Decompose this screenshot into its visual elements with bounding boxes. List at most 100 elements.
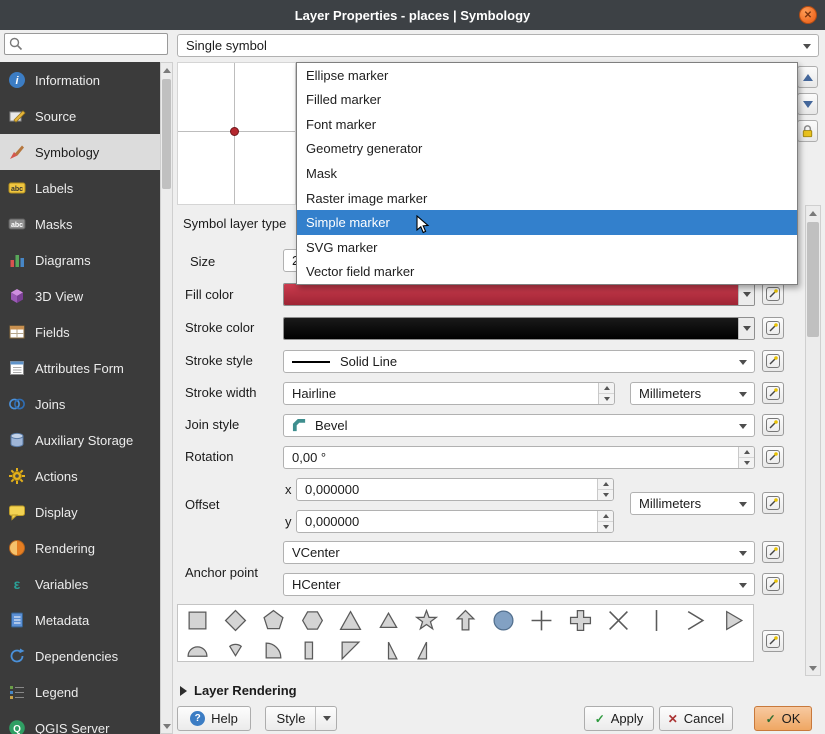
spin-down-icon[interactable] — [739, 458, 754, 468]
rotation-data-defined-button[interactable] — [762, 446, 784, 468]
dropdown-item-ellipse-marker[interactable]: Ellipse marker — [297, 63, 797, 88]
shape-cross2[interactable] — [599, 605, 637, 635]
shape-cross-fill[interactable] — [561, 605, 599, 635]
sidebar-search[interactable] — [4, 33, 168, 55]
dropdown-item-simple-marker[interactable]: Simple marker — [297, 210, 797, 235]
sidebar-item-variables[interactable]: ε Variables — [0, 566, 160, 602]
shape-cross[interactable] — [523, 605, 561, 635]
shape-hexagon[interactable] — [293, 605, 331, 635]
search-input[interactable] — [24, 37, 159, 51]
style-button[interactable]: Style — [265, 706, 337, 731]
join-style-combo[interactable]: Bevel — [283, 414, 755, 437]
dropdown-item-raster-image-marker[interactable]: Raster image marker — [297, 186, 797, 211]
help-button[interactable]: ? Help — [177, 706, 251, 731]
stroke-style-combo[interactable]: Solid Line — [283, 350, 755, 373]
sidebar-scrollbar[interactable] — [160, 62, 173, 734]
spin-down-icon[interactable] — [598, 522, 613, 532]
shape-filled-arrowhead[interactable] — [714, 605, 752, 635]
dropdown-item-geometry-generator[interactable]: Geometry generator — [297, 137, 797, 162]
lock-button[interactable] — [797, 120, 818, 142]
dropdown-item-filled-marker[interactable]: Filled marker — [297, 88, 797, 113]
chevron-down-icon[interactable] — [315, 707, 331, 730]
scroll-down-icon[interactable] — [161, 719, 172, 733]
fill-color-data-defined-button[interactable] — [762, 283, 784, 305]
scroll-up-icon[interactable] — [806, 206, 820, 220]
shape-star[interactable] — [408, 605, 446, 635]
scroll-down-icon[interactable] — [806, 661, 820, 675]
stroke-color-data-defined-button[interactable] — [762, 317, 784, 339]
dropdown-item-font-marker[interactable]: Font marker — [297, 112, 797, 137]
shape-equilateral-triangle[interactable] — [369, 605, 407, 635]
anchor-horizontal-data-defined-button[interactable] — [762, 573, 784, 595]
spin-up-icon[interactable] — [598, 479, 613, 490]
offset-x-spinbox[interactable]: 0,000000 — [296, 478, 614, 501]
spin-down-icon[interactable] — [599, 394, 614, 404]
sidebar-item-display[interactable]: Display — [0, 494, 160, 530]
anchor-vertical-data-defined-button[interactable] — [762, 541, 784, 563]
move-up-button[interactable] — [797, 66, 818, 88]
spin-up-icon[interactable] — [598, 511, 613, 522]
sidebar-item-attributes-form[interactable]: Attributes Form — [0, 350, 160, 386]
shape-pentagon[interactable] — [255, 605, 293, 635]
sidebar-item-rendering[interactable]: Rendering — [0, 530, 160, 566]
sidebar-item-actions[interactable]: Actions — [0, 458, 160, 494]
sidebar-item-diagrams[interactable]: Diagrams — [0, 242, 160, 278]
stroke-width-data-defined-button[interactable] — [762, 382, 784, 404]
stroke-width-spinbox[interactable]: Hairline — [283, 382, 615, 405]
offset-data-defined-button[interactable] — [762, 492, 784, 514]
shape-half-square[interactable] — [293, 635, 331, 662]
scroll-up-icon[interactable] — [161, 63, 172, 77]
shape-data-defined-button[interactable] — [762, 630, 784, 652]
sidebar-item-fields[interactable]: Fields — [0, 314, 160, 350]
shape-left-half-triangle[interactable] — [408, 635, 446, 662]
fill-color-button[interactable] — [283, 283, 755, 306]
sidebar-item-legend[interactable]: Legend — [0, 674, 160, 710]
anchor-vertical-combo[interactable]: VCenter — [283, 541, 755, 564]
sidebar-scrollbar-thumb[interactable] — [162, 79, 171, 189]
sidebar-item-source[interactable]: Source — [0, 98, 160, 134]
shape-right-half-triangle[interactable] — [369, 635, 407, 662]
stroke-width-unit-combo[interactable]: Millimeters — [630, 382, 755, 405]
shape-square[interactable] — [178, 605, 216, 635]
spin-up-icon[interactable] — [599, 383, 614, 394]
sidebar-item-information[interactable]: i Information — [0, 62, 160, 98]
shape-circle[interactable] — [484, 605, 522, 635]
cancel-button[interactable]: ✕ Cancel — [659, 706, 733, 731]
join-style-data-defined-button[interactable] — [762, 414, 784, 436]
sidebar-item-masks[interactable]: abc Masks — [0, 206, 160, 242]
sidebar-item-symbology[interactable]: Symbology — [0, 134, 160, 170]
title-bar[interactable]: Layer Properties - places | Symbology ✕ — [0, 0, 825, 30]
spin-up-icon[interactable] — [739, 447, 754, 458]
sidebar-item-auxiliary-storage[interactable]: Auxiliary Storage — [0, 422, 160, 458]
shape-diamond[interactable] — [216, 605, 254, 635]
stroke-color-button[interactable] — [283, 317, 755, 340]
main-scrollbar[interactable] — [805, 205, 821, 676]
sidebar-item-dependencies[interactable]: Dependencies — [0, 638, 160, 674]
shape-third-circle[interactable] — [216, 635, 254, 662]
dropdown-item-svg-marker[interactable]: SVG marker — [297, 235, 797, 260]
shape-diagonal-half-square[interactable] — [331, 635, 369, 662]
offset-y-spinbox[interactable]: 0,000000 — [296, 510, 614, 533]
offset-unit-combo[interactable]: Millimeters — [630, 492, 755, 515]
shape-line[interactable] — [638, 605, 676, 635]
shape-arrow[interactable] — [446, 605, 484, 635]
renderer-combo[interactable]: Single symbol — [177, 34, 819, 57]
shape-semi-circle[interactable] — [178, 635, 216, 662]
sidebar-item-labels[interactable]: abc Labels — [0, 170, 160, 206]
close-button[interactable]: ✕ — [799, 6, 817, 24]
dropdown-item-mask[interactable]: Mask — [297, 161, 797, 186]
sidebar-item-joins[interactable]: Joins — [0, 386, 160, 422]
shape-triangle[interactable] — [331, 605, 369, 635]
sidebar-item-3d-view[interactable]: 3D View — [0, 278, 160, 314]
ok-button[interactable]: ✓ OK — [754, 706, 812, 731]
layer-rendering-toggle[interactable]: Layer Rendering — [180, 683, 297, 698]
anchor-horizontal-combo[interactable]: HCenter — [283, 573, 755, 596]
move-down-button[interactable] — [797, 93, 818, 115]
rotation-spinbox[interactable]: 0,00 ° — [283, 446, 755, 469]
sidebar-item-metadata[interactable]: Metadata — [0, 602, 160, 638]
apply-button[interactable]: ✓ Apply — [584, 706, 654, 731]
sidebar-item-qgis-server[interactable]: Q QGIS Server — [0, 710, 160, 734]
spin-down-icon[interactable] — [598, 490, 613, 500]
shape-arrowhead[interactable] — [676, 605, 714, 635]
dropdown-item-vector-field-marker[interactable]: Vector field marker — [297, 260, 797, 285]
